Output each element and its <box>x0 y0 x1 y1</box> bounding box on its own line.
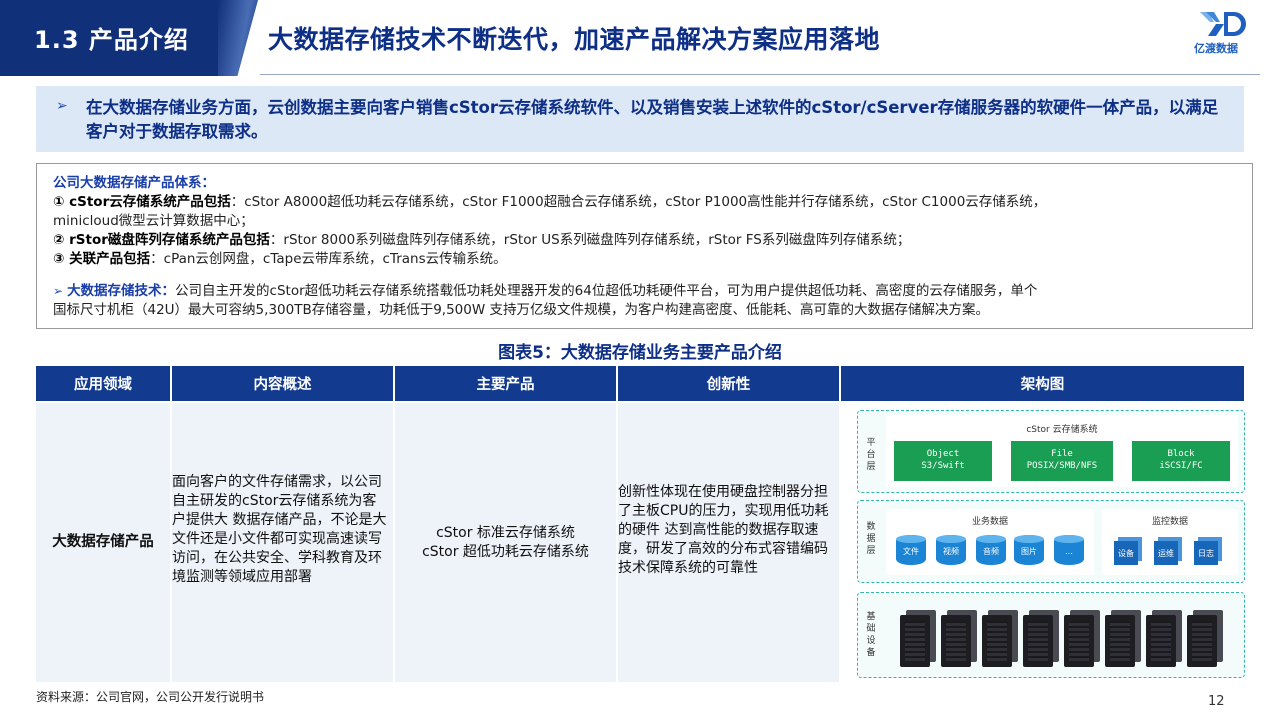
platform-panel: cStor 云存储系统 Object S3/Swift File POSIX/S… <box>886 415 1238 487</box>
table-header-row: 应用领域 内容概述 主要产品 创新性 架构图 <box>36 366 1244 401</box>
logo-icon <box>1200 12 1246 36</box>
cube-log-icon: 日志 <box>1194 541 1218 565</box>
detail-item-cstor: ① cStor云存储系统产品包括：cStor A8000超低功耗云存储系统，cS… <box>53 193 1243 212</box>
detail-item-related-label: ③ 关联产品包括 <box>53 251 151 267</box>
product-low-power: cStor 超低功耗云存储系统 <box>422 543 589 560</box>
cylinder-video-icon: 视频 <box>936 535 966 565</box>
detail-item-rstor-label: ② rStor磁盘阵列存储系统产品包括 <box>53 232 270 248</box>
monitor-data-title: 监控数据 <box>1151 517 1188 527</box>
table-cell-products: cStor 标准云存储系统 cStor 超低功耗云存储系统 <box>395 403 616 682</box>
platform-box-file-line2: POSIX/SMB/NFS <box>1026 461 1098 471</box>
detail-tech-text: 公司自主开发的cStor超低功耗云存储系统搭载低功耗处理器开发的64位超低功耗硬… <box>175 283 1038 299</box>
platform-box-object-line1: Object <box>926 449 960 459</box>
company-logo: 亿渡数据 <box>1190 10 1252 58</box>
platform-box-file-line1: File <box>1051 449 1073 459</box>
detail-item-cstor-label: ① cStor云存储系统产品包括 <box>53 194 231 210</box>
data-layer-label: 数据层 <box>866 522 876 556</box>
summary-arrow-icon: ➢ <box>56 98 68 114</box>
data-layer: 数据层 业务数据 文件 视频 音频 图片 … 监控数据 设备 运维 日志 <box>857 500 1245 583</box>
table-header-innovation: 创新性 <box>618 366 839 401</box>
detail-tech-cont: 国标尺寸机柜（42U）最大可容纳5,300TB存储容量，功耗低于9,500W 支… <box>53 302 990 318</box>
detail-item-cstor-text: ：cStor A8000超低功耗云存储系统，cStor F1000超融合云存储系… <box>230 194 1047 210</box>
server-icon <box>1187 615 1217 667</box>
table-column-divider <box>393 366 395 682</box>
platform-box-object-line2: S3/Swift <box>921 461 965 471</box>
detail-heading: 公司大数据存储产品体系： <box>53 175 215 191</box>
page-number: 12 <box>1208 694 1225 709</box>
table-cell-innovation: 创新性体现在使用硬盘控制器分担了主板CPU的压力，实现用低功耗的硬件 达到高性能… <box>618 403 839 682</box>
cylinder-more-icon: … <box>1054 535 1084 565</box>
server-icon <box>982 615 1012 667</box>
section-label: 1.3 产品介绍 <box>34 26 189 54</box>
platform-title: cStor 云存储系统 <box>1026 425 1098 435</box>
product-standard: cStor 标准云存储系统 <box>436 524 575 541</box>
business-data-group: 业务数据 文件 视频 音频 图片 … <box>886 509 1094 575</box>
detail-tech-label: 大数据存储技术： <box>67 283 176 299</box>
detail-item-related: ③ 关联产品包括：cPan云创网盘，cTape云带库系统，cTrans云传输系统… <box>53 250 507 269</box>
logo-text: 亿渡数据 <box>1194 42 1238 55</box>
monitor-data-group: 监控数据 设备 运维 日志 <box>1102 509 1238 575</box>
server-icon <box>941 615 971 667</box>
infrastructure-layer: 基础设备 <box>857 592 1245 678</box>
platform-box-block: Block iSCSI/FC <box>1132 441 1230 481</box>
table-column-divider <box>839 366 841 682</box>
detail-item-rstor-text: ：rStor 8000系列磁盘阵列存储系统，rStor US系列磁盘阵列存储系统… <box>269 232 911 248</box>
platform-box-file: File POSIX/SMB/NFS <box>1011 441 1113 481</box>
detail-item-cstor-cont: minicloud微型云计算数据中心； <box>53 213 254 229</box>
server-icon <box>1064 615 1094 667</box>
table-header-field: 应用领域 <box>36 366 170 401</box>
product-table: 应用领域 内容概述 主要产品 创新性 架构图 大数据存储产品 面向客户的文件存储… <box>36 366 1245 682</box>
platform-layer-label: 平台层 <box>866 438 876 472</box>
platform-box-block-line1: Block <box>1167 449 1195 459</box>
server-icon <box>900 615 930 667</box>
platform-layer: 平台层 cStor 云存储系统 Object S3/Swift File POS… <box>857 410 1245 493</box>
detail-tech: ➢ 大数据存储技术：公司自主开发的cStor超低功耗云存储系统搭载低功耗处理器开发… <box>53 282 1243 301</box>
table-header-architecture: 架构图 <box>841 366 1244 401</box>
cylinder-file-icon: 文件 <box>896 535 926 565</box>
table-cell-field: 大数据存储产品 <box>36 403 170 682</box>
summary-box: ➢ 在大数据存储业务方面，云创数据主要向客户销售cStor云存储系统软件、以及销… <box>36 86 1244 152</box>
platform-box-object: Object S3/Swift <box>894 441 992 481</box>
table-cell-architecture: 平台层 cStor 云存储系统 Object S3/Swift File POS… <box>841 403 1245 682</box>
platform-box-block-line2: iSCSI/FC <box>1159 461 1203 471</box>
table-header-overview: 内容概述 <box>172 366 393 401</box>
header-divider <box>260 74 1260 75</box>
table-header-products: 主要产品 <box>395 366 616 401</box>
table-cell-overview: 面向客户的文件存储需求，以公司自主研发的cStor云存储系统为客户提供大 数据存… <box>172 403 393 682</box>
cube-ops-icon: 运维 <box>1154 541 1178 565</box>
table-column-divider <box>616 366 618 682</box>
section-tab-highlight <box>218 0 258 76</box>
detail-box: 公司大数据存储产品体系： ① cStor云存储系统产品包括：cStor A800… <box>36 163 1253 329</box>
infrastructure-layer-label: 基础设备 <box>866 612 876 658</box>
cylinder-audio-icon: 音频 <box>976 535 1006 565</box>
business-data-title: 业务数据 <box>971 517 1008 527</box>
server-icon <box>1146 615 1176 667</box>
cube-device-icon: 设备 <box>1114 541 1138 565</box>
server-icon <box>1023 615 1053 667</box>
table-caption: 图表5：大数据存储业务主要产品介绍 <box>498 343 782 363</box>
table-column-divider <box>170 366 172 682</box>
footer-source: 资料来源：公司官网，公司公开发行说明书 <box>36 690 265 704</box>
server-icon <box>1105 615 1135 667</box>
tech-arrow-icon: ➢ <box>53 284 64 298</box>
page-title: 大数据存储技术不断迭代，加速产品解决方案应用落地 <box>268 25 881 54</box>
detail-item-related-text: ：cPan云创网盘，cTape云带库系统，cTrans云传输系统。 <box>150 251 507 267</box>
summary-text: 在大数据存储业务方面，云创数据主要向客户销售cStor云存储系统软件、以及销售安… <box>86 98 1219 141</box>
cylinder-image-icon: 图片 <box>1014 535 1044 565</box>
detail-item-rstor: ② rStor磁盘阵列存储系统产品包括：rStor 8000系列磁盘阵列存储系统… <box>53 231 910 250</box>
